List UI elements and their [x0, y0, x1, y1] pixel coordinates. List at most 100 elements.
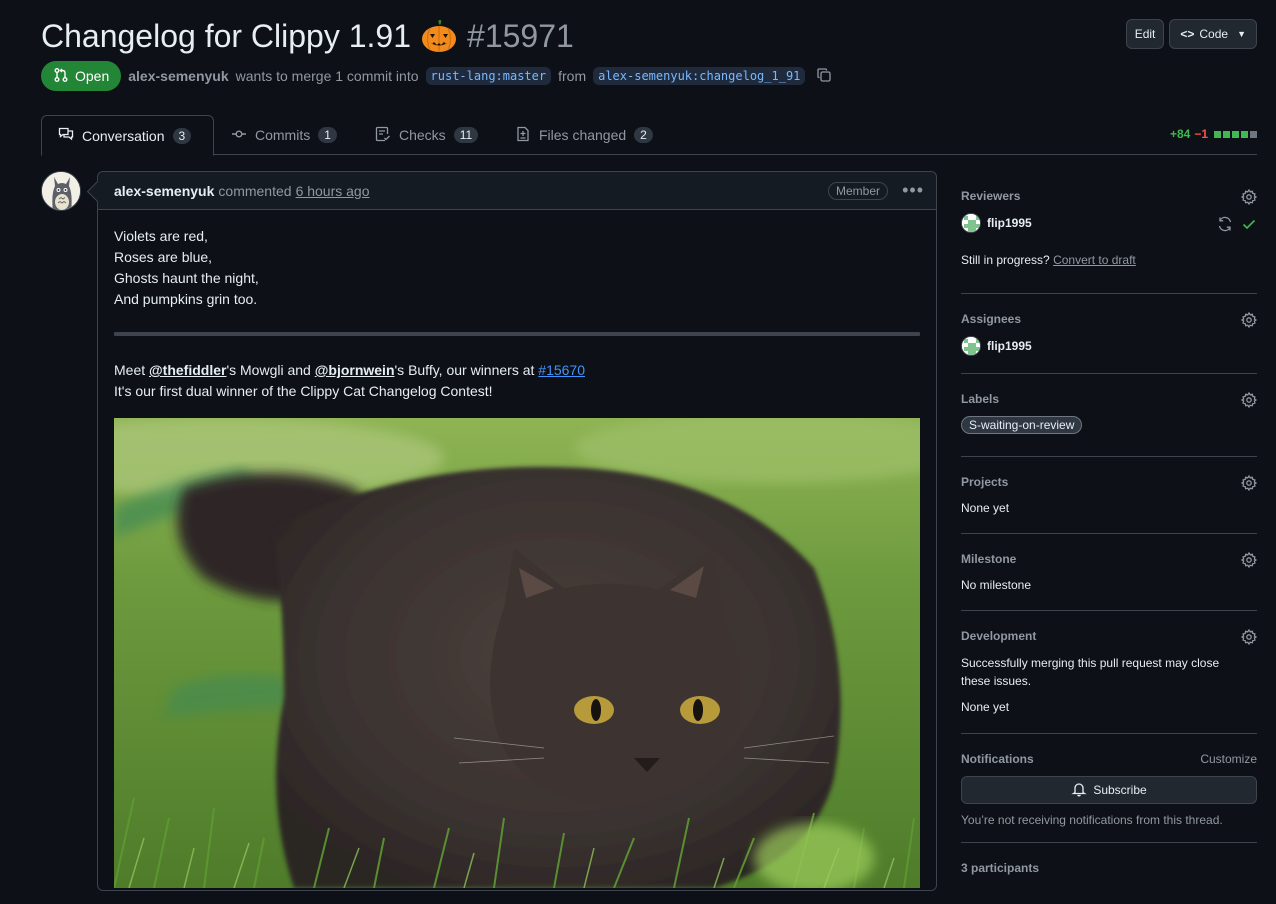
file-diff-icon — [515, 126, 531, 145]
poem-line: Ghosts haunt the night, — [114, 270, 259, 286]
section-title: Notifications — [961, 752, 1034, 766]
contest-line: It's our first dual winner of the Clippy… — [114, 383, 493, 399]
gear-icon[interactable] — [1240, 311, 1258, 329]
state-badge: Open — [41, 61, 122, 91]
pr-title-row: Changelog for Clippy 1.91 #15971 — [41, 14, 574, 58]
pumpkin-emoji — [421, 19, 457, 53]
code-icon: <> — [1180, 27, 1195, 41]
section-title: Reviewers — [961, 189, 1021, 203]
pr-tabs: Conversation 3 Commits 1 Checks 11 Files… — [41, 115, 1257, 156]
issue-link[interactable]: #15670 — [538, 362, 585, 378]
divider — [114, 332, 920, 336]
convert-to-draft-link[interactable]: Convert to draft — [1053, 253, 1136, 267]
sidebar-projects: Projects None yet — [961, 457, 1258, 534]
mention-suffix: 's Mowgli and — [226, 362, 311, 378]
avatar — [961, 213, 981, 233]
tab-checks[interactable]: Checks 11 — [359, 115, 494, 155]
pull-request-icon — [53, 67, 69, 86]
comment-action: commented — [218, 182, 292, 199]
diffstat: +84 −1 — [1170, 127, 1257, 141]
mention-bjornwein[interactable]: @bjornwein — [315, 362, 395, 378]
gear-icon[interactable] — [1240, 188, 1258, 206]
assignee[interactable]: flip1995 — [961, 336, 1032, 356]
section-title: Milestone — [961, 552, 1017, 566]
mention-thefiddler[interactable]: @thefiddler — [149, 362, 226, 378]
avatar[interactable] — [41, 171, 81, 211]
tab-label: Conversation — [82, 127, 165, 144]
pr-meta: Open alex-semenyuk wants to merge 1 comm… — [41, 61, 832, 91]
label-pill[interactable]: S-waiting-on-review — [961, 416, 1083, 434]
bell-icon — [1071, 781, 1087, 800]
comment-discussion-icon — [58, 126, 74, 145]
subscribe-button[interactable]: Subscribe — [961, 776, 1257, 804]
diff-deletions: −1 — [1194, 127, 1208, 141]
gear-icon[interactable] — [1240, 628, 1258, 646]
development-value: None yet — [961, 700, 1010, 714]
gear-icon[interactable] — [1240, 391, 1258, 409]
customize-link[interactable]: Customize — [1200, 752, 1257, 766]
tab-count: 1 — [318, 127, 337, 143]
tab-count: 11 — [453, 127, 479, 143]
checklist-icon — [375, 126, 391, 145]
role-badge: Member — [827, 182, 888, 200]
sidebar-development: Development Successfully merging this pu… — [961, 611, 1258, 734]
edit-button[interactable]: Edit — [1125, 19, 1165, 49]
pr-author[interactable]: alex-semenyuk — [128, 68, 228, 84]
merge-text: wants to merge 1 commit into — [235, 68, 419, 84]
diff-blocks — [1214, 130, 1257, 138]
pr-number: #15971 — [467, 17, 574, 54]
assignee-name: flip1995 — [987, 339, 1032, 353]
cat-photo[interactable] — [114, 418, 920, 888]
diff-block — [1241, 130, 1248, 138]
sidebar-reviewers: Reviewers flip1995 Still in progress? Co… — [961, 170, 1258, 294]
mention-suffix: 's Buffy, our winners at — [394, 362, 535, 378]
section-title: Assignees — [961, 312, 1022, 326]
comment-box: alex-semenyuk commented 6 hours ago Memb… — [97, 171, 937, 891]
tab-count: 2 — [634, 127, 653, 143]
tab-commits[interactable]: Commits 1 — [215, 115, 353, 155]
base-branch[interactable]: rust-lang:master — [425, 67, 552, 85]
poem-line: Roses are blue, — [114, 249, 213, 265]
code-button-label: Code — [1199, 27, 1229, 41]
meet-text: Meet — [114, 362, 146, 378]
section-title: Projects — [961, 475, 1009, 489]
tab-conversation[interactable]: Conversation 3 — [41, 115, 214, 156]
caret-down-icon: ▼ — [1237, 29, 1246, 39]
milestone-value: No milestone — [961, 578, 1032, 592]
poem-line: Violets are red, — [114, 228, 208, 244]
kebab-horizontal-icon[interactable]: ••• — [902, 180, 924, 201]
section-title: 3 participants — [961, 861, 1040, 875]
diff-block — [1250, 130, 1257, 138]
reviewer[interactable]: flip1995 — [961, 213, 1032, 233]
sidebar-labels: Labels S-waiting-on-review — [961, 374, 1258, 457]
in-progress-text: Still in progress? — [961, 253, 1050, 267]
copy-icon[interactable] — [816, 67, 832, 86]
comment-time[interactable]: 6 hours ago — [296, 183, 370, 199]
code-button[interactable]: <> Code ▼ — [1169, 19, 1257, 49]
sync-icon[interactable] — [1217, 216, 1233, 235]
sidebar-assignees: Assignees flip1995 — [961, 294, 1258, 374]
head-branch[interactable]: alex-semenyuk:changelog_1_91 — [593, 67, 806, 85]
pr-title: Changelog for Clippy 1.91 — [41, 17, 412, 54]
diff-additions: +84 — [1169, 127, 1191, 141]
projects-value: None yet — [961, 501, 1010, 515]
poem-line: And pumpkins grin too. — [114, 291, 258, 307]
git-commit-icon — [231, 126, 247, 145]
from-text: from — [558, 68, 587, 84]
diff-block — [1232, 130, 1239, 138]
tab-label: Commits — [255, 127, 311, 143]
tab-files-changed[interactable]: Files changed 2 — [499, 115, 669, 155]
reviewer-name: flip1995 — [987, 216, 1032, 230]
comment-body: Violets are red, Roses are blue, Ghosts … — [98, 210, 936, 904]
tab-label: Files changed — [539, 127, 627, 143]
check-icon — [1241, 216, 1257, 235]
section-title: Development — [961, 629, 1037, 643]
diff-block — [1214, 130, 1221, 138]
section-title: Labels — [961, 392, 1000, 406]
sidebar-notifications: Notifications Customize Subscribe You’re… — [961, 734, 1257, 843]
gear-icon[interactable] — [1240, 551, 1258, 569]
comment-author[interactable]: alex-semenyuk — [114, 183, 214, 199]
notification-note: You’re not receiving notifications from … — [961, 813, 1223, 827]
gear-icon[interactable] — [1240, 474, 1258, 492]
development-text: Successfully merging this pull request m… — [961, 656, 1220, 688]
